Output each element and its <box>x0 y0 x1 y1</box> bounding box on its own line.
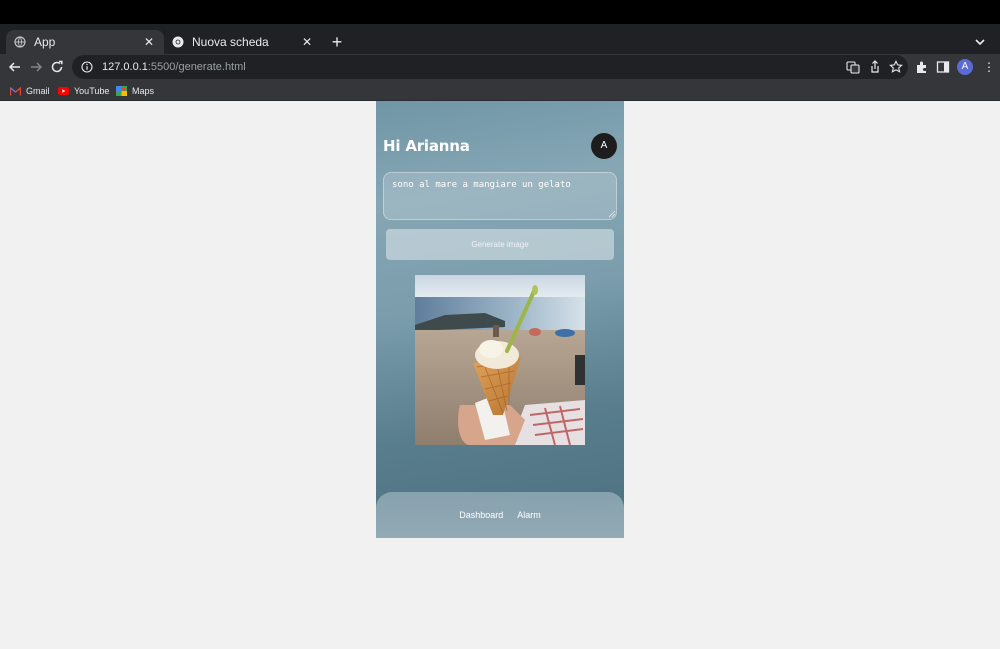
chrome-icon <box>172 36 184 48</box>
url-path: :5500/generate.html <box>147 61 246 73</box>
tab-nuova-scheda[interactable]: Nuova scheda ✕ <box>164 30 322 54</box>
tab-strip: App ✕ Nuova scheda ✕ + <box>0 24 1000 54</box>
generate-image-button[interactable]: Generate image <box>386 229 614 260</box>
browser-toolbar: 127.0.0.1:5500/generate.html A ⋮ <box>0 54 1000 81</box>
bottom-nav: Dashboard Alarm <box>376 492 624 538</box>
back-icon[interactable] <box>6 58 24 76</box>
extensions-icon[interactable] <box>914 59 930 75</box>
youtube-icon <box>57 86 69 96</box>
site-info-icon[interactable] <box>80 60 94 74</box>
globe-icon <box>14 36 26 48</box>
menu-icon[interactable]: ⋮ <box>983 59 995 75</box>
generated-image <box>415 275 585 445</box>
close-tab-icon[interactable]: ✕ <box>142 35 156 49</box>
mobile-app-frame: Hi Arianna A Generate image <box>376 101 624 538</box>
bookmarks-bar: Gmail YouTube Maps <box>0 81 1000 101</box>
side-panel-icon[interactable] <box>935 59 951 75</box>
os-menu-bar <box>0 0 1000 24</box>
bookmark-youtube[interactable]: YouTube <box>57 84 109 98</box>
user-avatar[interactable]: A <box>591 133 617 159</box>
bookmark-label: Maps <box>132 86 155 96</box>
nav-dashboard-link[interactable]: Dashboard <box>459 510 503 520</box>
bookmark-label: YouTube <box>74 86 110 96</box>
prompt-input[interactable] <box>383 172 617 220</box>
reload-icon[interactable] <box>48 58 66 76</box>
gmail-icon <box>9 86 21 96</box>
bookmark-star-icon[interactable] <box>889 60 903 74</box>
forward-icon[interactable] <box>27 58 45 76</box>
maps-icon <box>115 86 127 96</box>
share-icon[interactable] <box>868 60 882 74</box>
url-text: 127.0.0.1:5500/generate.html <box>102 61 246 73</box>
bookmark-maps[interactable]: Maps <box>115 84 154 98</box>
address-bar[interactable]: 127.0.0.1:5500/generate.html <box>72 55 908 79</box>
page-viewport: Hi Arianna A Generate image <box>0 101 1000 649</box>
profile-avatar[interactable]: A <box>957 59 973 75</box>
tab-title: Nuova scheda <box>192 35 269 49</box>
url-host: 127.0.0.1 <box>102 61 148 73</box>
tab-app[interactable]: App ✕ <box>6 30 164 54</box>
new-tab-button[interactable]: + <box>328 33 346 51</box>
tab-title: App <box>34 35 56 49</box>
close-tab-icon[interactable]: ✕ <box>300 35 314 49</box>
translate-icon[interactable] <box>846 60 860 74</box>
bookmark-label: Gmail <box>26 86 50 96</box>
resize-handle-icon[interactable] <box>608 210 616 218</box>
bookmark-gmail[interactable]: Gmail <box>9 84 50 98</box>
greeting-title: Hi Arianna <box>383 137 470 155</box>
nav-alarm-link[interactable]: Alarm <box>517 510 541 520</box>
tab-search-icon[interactable] <box>972 34 988 50</box>
